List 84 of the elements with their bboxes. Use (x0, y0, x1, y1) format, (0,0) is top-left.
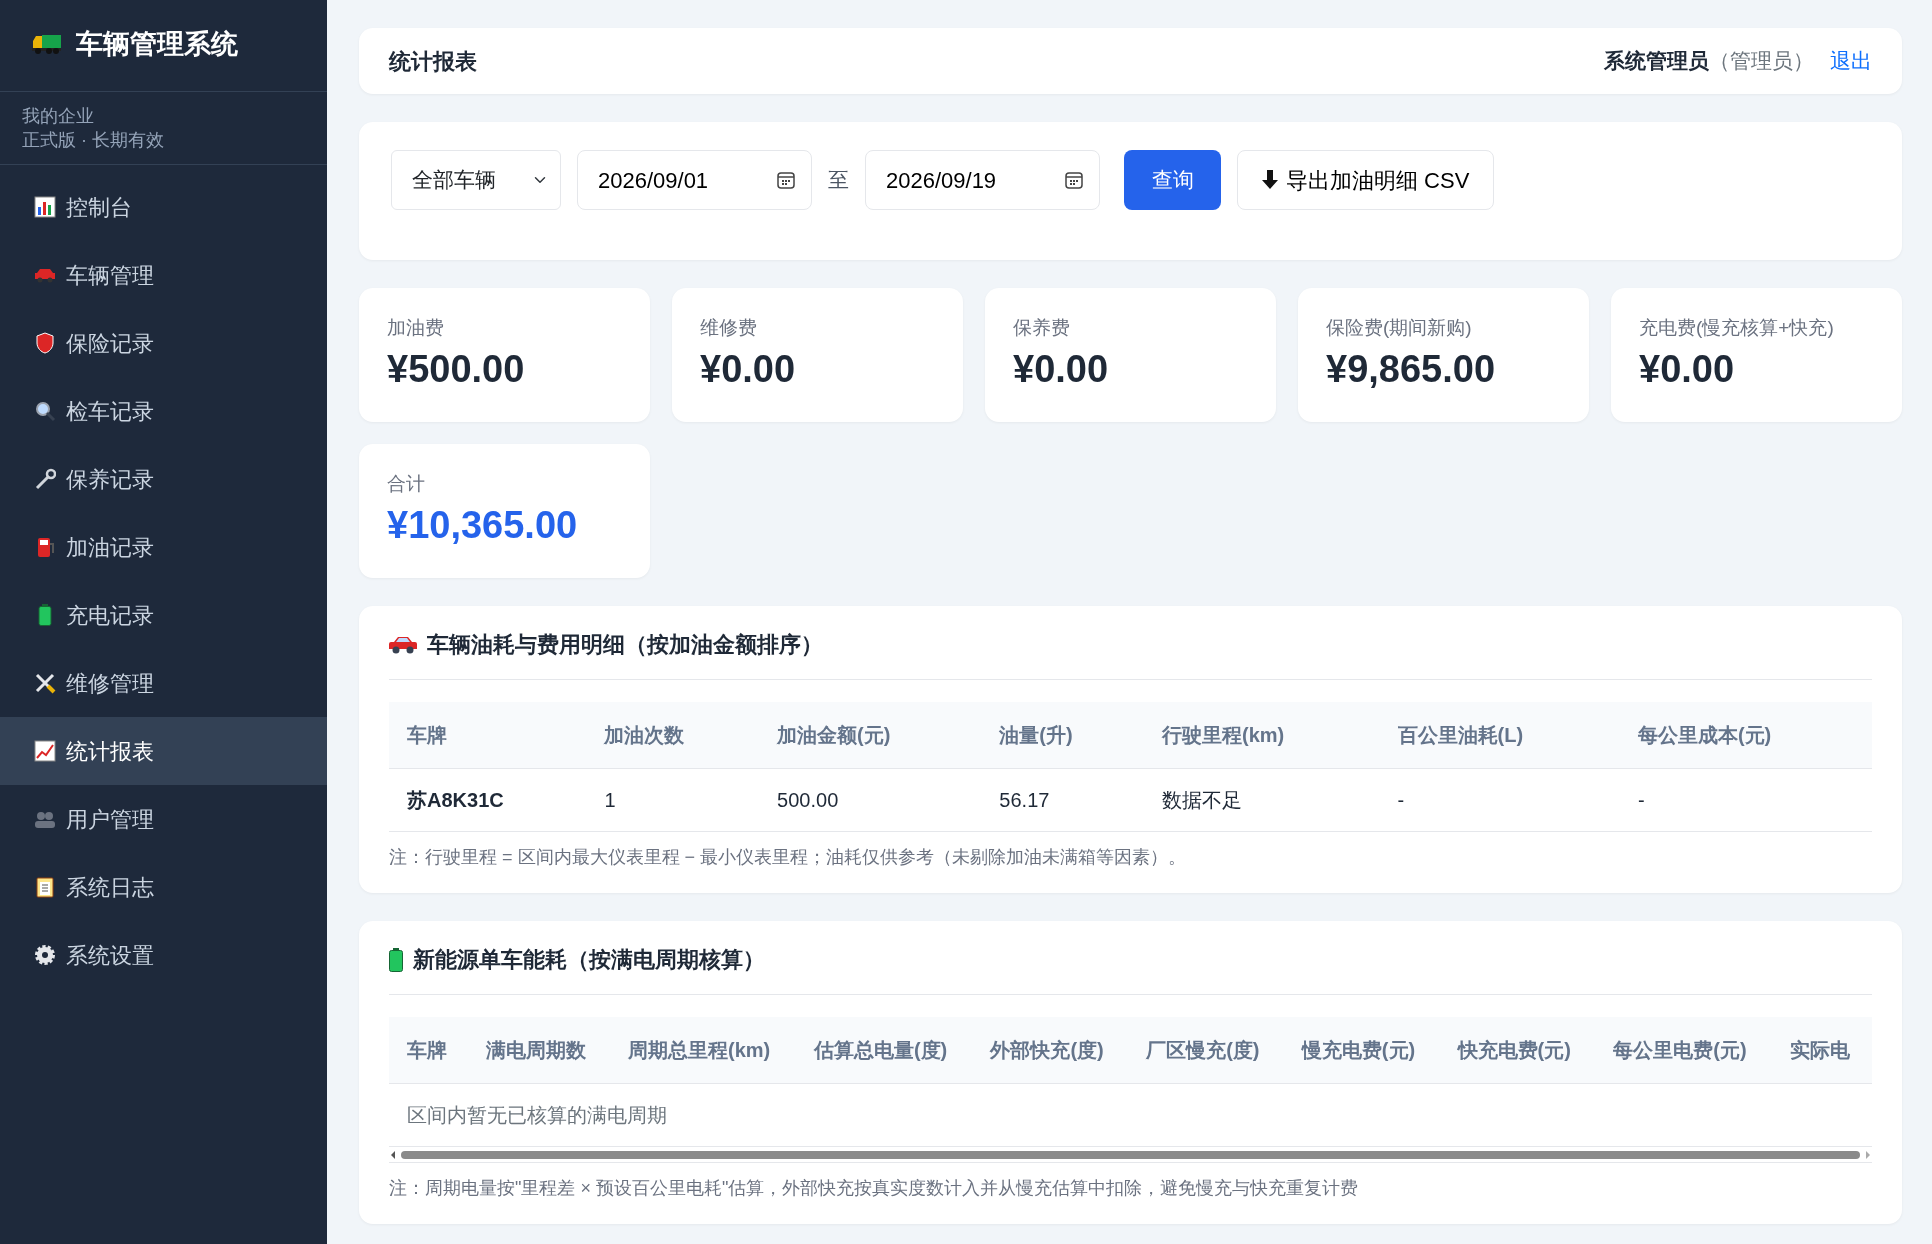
calendar-icon (1065, 171, 1083, 189)
column-header: 实际电 (1771, 1017, 1872, 1084)
date-input[interactable]: 2026/09/19 (884, 162, 1054, 198)
chart-icon (34, 196, 56, 219)
column-header: 满电周期数 (468, 1017, 611, 1084)
column-header: 估算总电量(度) (795, 1017, 973, 1084)
user-name: 系统管理员 (1604, 48, 1709, 75)
clipboard-icon (34, 876, 56, 899)
column-header: 油量(升) (981, 702, 1145, 769)
empty-message: 区间内暂无已核算的满电周期 (407, 1104, 667, 1126)
car-icon (389, 635, 417, 654)
footnote: 注：行驶里程 = 区间内最大仪表里程 − 最小仪表里程；油耗仅供参考（未剔除加油未满箱等因素）。 (389, 846, 1188, 869)
stat-label: 加油费 (387, 316, 445, 340)
download-icon (1262, 170, 1278, 190)
footnote: 注：周期电量按"里程差 × 预设百公里电耗"估算，外部快充按真实度数计入并从慢充估算中扣除，避免慢充与快充重复计费 (389, 1177, 1360, 1200)
column-header: 外部快充(度) (972, 1017, 1129, 1084)
nav-item[interactable]: 统计报表 (0, 717, 327, 786)
table-cell: 苏A8K31C (389, 768, 587, 832)
stat-label: 保养费 (1013, 316, 1071, 340)
wrench-icon (34, 468, 56, 491)
stat-value: ¥500.00 (387, 346, 526, 392)
stat-label: 维修费 (700, 316, 758, 340)
logout-link[interactable]: 退出 (1830, 45, 1872, 77)
column-header: 百公里油耗(L) (1379, 702, 1620, 769)
table-cell: 数据不足 (1144, 768, 1380, 832)
line-chart-icon (34, 740, 56, 763)
gear-icon (34, 944, 56, 967)
magnifier-icon (34, 400, 56, 423)
nav-item[interactable]: 维修管理 (0, 649, 327, 718)
stat-label: 充电费(慢充核算+快充) (1639, 316, 1835, 340)
battery-icon (389, 947, 403, 972)
column-header: 每公里成本(元) (1619, 702, 1872, 769)
column-header: 车牌 (389, 1017, 469, 1084)
date-input[interactable]: 2026/09/01 (596, 162, 766, 198)
stat-value: ¥0.00 (700, 346, 797, 392)
stat-value: ¥10,365.00 (387, 502, 579, 548)
calendar-icon (777, 171, 795, 189)
nav-item[interactable]: 检车记录 (0, 377, 327, 446)
column-header: 车牌 (389, 702, 587, 769)
table-cell: 500.00 (759, 768, 982, 832)
scroll-right-arrow-icon[interactable] (1864, 1149, 1872, 1160)
column-header: 行驶里程(km) (1144, 702, 1380, 769)
nav-item[interactable]: 控制台 (0, 173, 327, 242)
column-header: 周期总里程(km) (610, 1017, 796, 1084)
stat-value: ¥0.00 (1639, 346, 1736, 392)
section-title: 车辆油耗与费用明细（按加油金额排序） (427, 631, 823, 659)
nav-item[interactable]: 系统日志 (0, 853, 327, 922)
nav-item[interactable]: 保养记录 (0, 445, 327, 514)
export-button[interactable]: 导出加油明细 CSV (1237, 150, 1495, 210)
end-date-field[interactable]: 2026/09/19 (865, 150, 1100, 210)
column-header: 快充电费(元) (1439, 1017, 1596, 1084)
column-header: 厂区慢充(度) (1128, 1017, 1284, 1084)
column-header: 每公里电费(元) (1595, 1017, 1772, 1084)
column-header: 慢充电费(元) (1283, 1017, 1440, 1084)
stat-label: 合计 (387, 472, 426, 496)
vehicle-select[interactable]: 全部车辆 (391, 150, 561, 210)
section-title: 新能源单车能耗（按满电周期核算） (413, 946, 765, 974)
nav-item[interactable]: 加油记录 (0, 513, 327, 582)
nav-item[interactable]: 充电记录 (0, 581, 327, 650)
stat-value: ¥0.00 (1013, 346, 1110, 392)
table-cell: 56.17 (981, 768, 1145, 832)
column-header: 加油金额(元) (759, 702, 982, 769)
user-role: （管理员） (1709, 48, 1814, 75)
nav-item[interactable]: 车辆管理 (0, 241, 327, 310)
table-cell: - (1619, 768, 1872, 832)
start-date-field[interactable]: 2026/09/01 (577, 150, 812, 210)
range-separator: 至 (828, 167, 849, 194)
nav-item[interactable]: 保险记录 (0, 309, 327, 378)
org-name: 我的企业 (22, 104, 95, 128)
page-title: 统计报表 (389, 47, 477, 76)
stat-label: 保险费(期间新购) (1326, 316, 1473, 340)
nav-item[interactable]: 用户管理 (0, 785, 327, 854)
license-text: 正式版 · 长期有效 (22, 128, 165, 152)
table-cell: 1 (586, 768, 760, 832)
scroll-left-arrow-icon[interactable] (389, 1149, 397, 1160)
truck-icon (32, 33, 62, 56)
query-button[interactable]: 查询 (1124, 150, 1221, 210)
table-cell: - (1379, 768, 1620, 832)
shield-icon (34, 332, 56, 355)
stat-value: ¥9,865.00 (1326, 346, 1497, 392)
nav-item[interactable]: 系统设置 (0, 921, 327, 990)
column-header: 加油次数 (586, 702, 760, 769)
app-title: 车辆管理系统 (76, 28, 238, 61)
tools-icon (34, 672, 56, 695)
